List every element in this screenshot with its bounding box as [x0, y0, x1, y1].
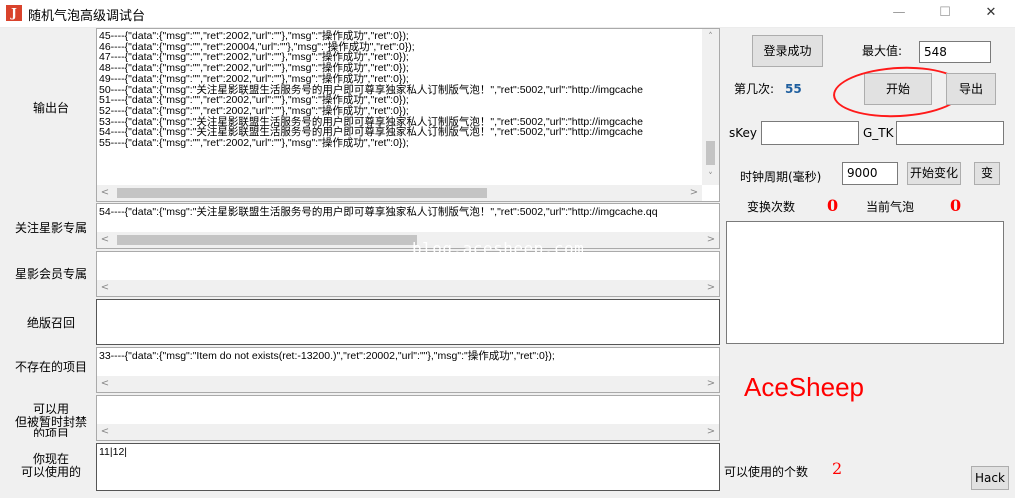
- member-label: 星影会员专属: [14, 267, 87, 281]
- current-bubble-value: 0: [950, 196, 962, 215]
- skey-input[interactable]: [761, 121, 859, 145]
- close-button[interactable]: ✕: [968, 0, 1014, 27]
- output-label: 输出台: [32, 101, 69, 115]
- clock-period-label: 时钟周期(毫秒): [740, 170, 822, 184]
- gtk-label: G_TK: [863, 126, 894, 140]
- max-value-input[interactable]: 548: [919, 41, 991, 63]
- current-bubble-label: 当前气泡: [866, 200, 915, 214]
- scroll-left-icon[interactable]: <: [97, 232, 113, 248]
- scroll-right-icon[interactable]: >: [703, 280, 719, 296]
- scroll-up-icon[interactable]: ˄: [702, 29, 719, 45]
- usable-count-label: 可以使用的个数: [724, 465, 809, 479]
- bubble-list-box[interactable]: [726, 221, 1004, 344]
- login-button[interactable]: 登录成功: [752, 35, 823, 67]
- notexist-horizontal-scrollbar[interactable]: < >: [97, 376, 719, 392]
- output-vertical-scrollbar[interactable]: ˄ ˅: [702, 29, 719, 185]
- notexist-log: 33----{"data":{"msg":"Item do not exists…: [99, 350, 555, 362]
- scroll-left-icon[interactable]: <: [97, 185, 113, 201]
- brand-text: AceSheep: [744, 372, 864, 402]
- scroll-down-icon[interactable]: ˅: [702, 169, 719, 185]
- watermark-text: blog.acesheep.com: [412, 239, 585, 258]
- horizontal-scroll-thumb[interactable]: [117, 188, 487, 198]
- follow-horizontal-scrollbar[interactable]: < >: [97, 232, 719, 248]
- minimize-button[interactable]: —: [876, 0, 922, 27]
- banned-box[interactable]: < >: [96, 395, 720, 441]
- vertical-scroll-thumb[interactable]: [706, 141, 715, 165]
- gtk-input[interactable]: [896, 121, 1004, 145]
- hack-button[interactable]: Hack: [971, 466, 1009, 490]
- banned-horizontal-scrollbar[interactable]: < >: [97, 424, 719, 440]
- log-line: 49----{"data":{"msg":"","ret":2002,"url"…: [99, 72, 409, 85]
- usable-count-value: 2: [832, 459, 843, 478]
- follow-label: 关注星影专属: [14, 221, 87, 235]
- banned-label-line1: 可以用: [32, 402, 69, 416]
- member-horizontal-scrollbar[interactable]: < >: [97, 280, 719, 296]
- outofprint-label: 绝版召回: [26, 316, 75, 330]
- scroll-right-icon[interactable]: >: [703, 424, 719, 440]
- outofprint-box[interactable]: [96, 299, 720, 345]
- swap-count-value: 0: [827, 196, 839, 215]
- output-console[interactable]: 45----{"data":{"msg":"","ret":2002,"url"…: [96, 28, 720, 202]
- max-value-label: 最大值:: [862, 44, 903, 58]
- notexist-box[interactable]: 33----{"data":{"msg":"Item do not exists…: [96, 347, 720, 393]
- swap-count-label: 变换次数: [747, 200, 796, 214]
- title-bar: J 随机气泡高级调试台 — ☐ ✕: [0, 0, 1015, 28]
- clock-period-input[interactable]: 9000: [842, 162, 898, 185]
- scroll-left-icon[interactable]: <: [97, 376, 113, 392]
- follow-box[interactable]: 54----{"data":{"msg":"关注星影联盟生活服务号的用户即可尊享…: [96, 203, 720, 249]
- output-horizontal-scrollbar[interactable]: < >: [97, 185, 702, 201]
- banned-label-line3: 的项目: [32, 427, 69, 437]
- start-change-button[interactable]: 开始变化: [907, 162, 961, 185]
- horizontal-scroll-thumb[interactable]: [117, 235, 417, 245]
- log-line: 55----{"data":{"msg":"","ret":2002,"url"…: [99, 137, 409, 150]
- follow-log: 54----{"data":{"msg":"关注星影联盟生活服务号的用户即可尊享…: [99, 206, 658, 218]
- output-log: 45----{"data":{"msg":"","ret":2002,"url"…: [99, 31, 643, 149]
- maximize-button[interactable]: ☐: [922, 0, 968, 27]
- count-value: 55: [785, 82, 802, 96]
- scroll-right-icon[interactable]: >: [703, 376, 719, 392]
- usable-log: 11|12|: [99, 446, 128, 458]
- usable-label-line2: 可以使用的: [20, 465, 81, 479]
- member-box[interactable]: < >: [96, 251, 720, 297]
- window-title: 随机气泡高级调试台: [28, 9, 146, 24]
- scroll-left-icon[interactable]: <: [97, 424, 113, 440]
- scroll-right-icon[interactable]: >: [703, 232, 719, 248]
- export-button[interactable]: 导出: [946, 73, 996, 105]
- skey-label: sKey: [729, 126, 758, 140]
- change-button[interactable]: 变: [974, 162, 1000, 185]
- usable-label-line1: 你现在: [32, 452, 69, 466]
- scroll-right-icon[interactable]: >: [686, 185, 702, 201]
- usable-box[interactable]: 11|12|: [96, 443, 720, 491]
- app-icon: J: [6, 5, 22, 21]
- scroll-left-icon[interactable]: <: [97, 280, 113, 296]
- count-label: 第几次:: [734, 82, 775, 96]
- notexist-label: 不存在的项目: [14, 360, 87, 374]
